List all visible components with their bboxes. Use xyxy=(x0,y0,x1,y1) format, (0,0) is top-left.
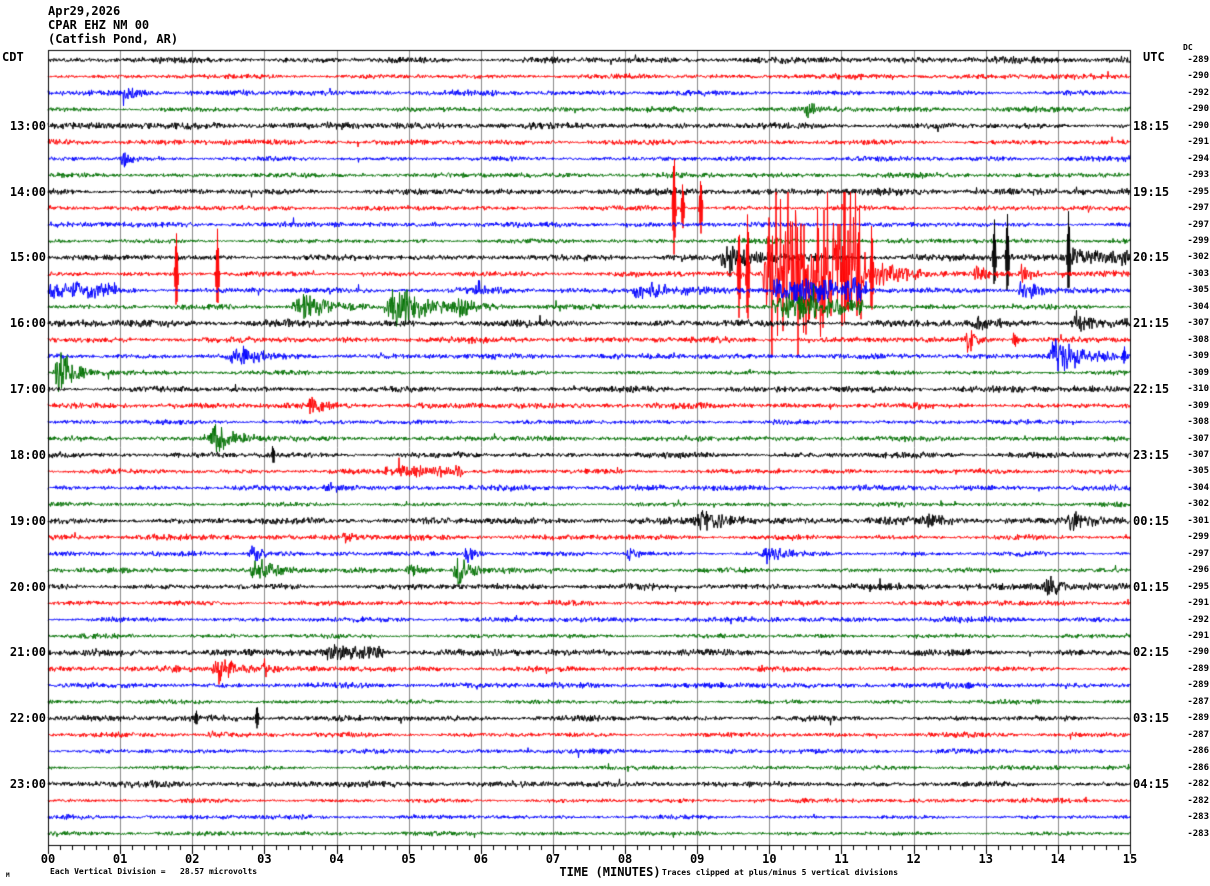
row-dc-offset: -287 xyxy=(1187,729,1209,740)
row-dc-offset: -304 xyxy=(1187,482,1209,493)
row-time-label-cdt: 19:00 xyxy=(9,513,46,528)
row-dc-offset: -290 xyxy=(1187,120,1209,131)
row-dc-offset: -287 xyxy=(1187,696,1209,707)
row-dc-offset: -302 xyxy=(1187,499,1209,510)
row-time-label-cdt: 17:00 xyxy=(9,382,46,397)
x-axis-tick-label: 14 xyxy=(1050,852,1066,866)
x-axis-tick-label: 10 xyxy=(762,852,777,866)
row-dc-offset: -309 xyxy=(1187,351,1209,362)
row-dc-offset: -292 xyxy=(1187,87,1209,98)
row-time-label-cdt: 22:00 xyxy=(9,711,46,726)
row-dc-offset: -308 xyxy=(1187,417,1209,428)
row-dc-offset: -291 xyxy=(1187,137,1209,148)
left-timezone-label: CDT xyxy=(2,50,24,64)
x-axis-tick-label: 01 xyxy=(112,852,128,866)
row-dc-offset: -295 xyxy=(1187,186,1209,197)
row-time-label-cdt: 21:00 xyxy=(9,645,46,660)
right-timezone-label: UTC xyxy=(1143,50,1165,64)
row-dc-offset: -307 xyxy=(1187,433,1209,444)
row-time-label-utc: 21:15 xyxy=(1133,316,1170,331)
dc-offset-header: DC xyxy=(1183,43,1193,52)
row-dc-offset: -297 xyxy=(1187,203,1209,214)
row-time-label-cdt: 23:00 xyxy=(9,777,46,792)
row-dc-offset: -299 xyxy=(1187,236,1209,247)
row-dc-offset: -305 xyxy=(1187,285,1209,296)
row-time-label-utc: 01:15 xyxy=(1133,579,1170,594)
row-dc-offset: -297 xyxy=(1187,548,1209,559)
row-time-label-utc: 19:15 xyxy=(1133,184,1170,199)
row-dc-offset: -296 xyxy=(1187,565,1209,576)
x-axis-tick-label: 00 xyxy=(40,852,56,866)
x-axis-tick-label: 11 xyxy=(834,852,849,866)
x-axis-tick-label: 04 xyxy=(329,852,344,866)
row-dc-offset: -291 xyxy=(1187,598,1209,609)
row-dc-offset: -289 xyxy=(1187,713,1209,724)
header-date: Apr29,2026 xyxy=(48,4,121,18)
row-dc-offset: -293 xyxy=(1187,170,1209,181)
row-time-label-utc: 23:15 xyxy=(1133,447,1170,462)
x-axis-tick-label: 12 xyxy=(906,852,921,866)
row-dc-offset: -307 xyxy=(1187,318,1209,329)
row-dc-offset: -308 xyxy=(1187,334,1209,345)
row-time-label-utc: 04:15 xyxy=(1133,777,1170,792)
x-axis-tick-label: 06 xyxy=(473,852,489,866)
x-axis-tick-label: 02 xyxy=(185,852,200,866)
row-dc-offset: -282 xyxy=(1187,795,1209,806)
row-dc-offset: -305 xyxy=(1187,466,1209,477)
row-dc-offset: -292 xyxy=(1187,614,1209,625)
x-axis-tick-label: 05 xyxy=(401,852,416,866)
row-dc-offset: -299 xyxy=(1187,532,1209,543)
row-dc-offset: -309 xyxy=(1187,367,1209,378)
row-dc-offset: -295 xyxy=(1187,581,1209,592)
row-time-label-utc: 03:15 xyxy=(1133,711,1170,726)
row-dc-offset: -307 xyxy=(1187,449,1209,460)
row-dc-offset: -289 xyxy=(1187,663,1209,674)
scale-note: Each Vertical Division = 28.57 microvolt… xyxy=(50,867,258,876)
row-dc-offset: -301 xyxy=(1187,515,1209,526)
row-time-label-cdt: 13:00 xyxy=(9,118,46,133)
logo-mark: M xyxy=(6,872,10,879)
x-axis-tick-label: 09 xyxy=(689,852,705,866)
row-dc-offset: -303 xyxy=(1187,268,1209,279)
row-time-label-cdt: 18:00 xyxy=(9,447,46,462)
header-location: (Catfish Pond, AR) xyxy=(48,32,179,46)
row-dc-offset: -290 xyxy=(1187,647,1209,658)
header-station: CPAR EHZ NM 00 xyxy=(48,18,150,32)
helicorder-page: Apr29,2026 CPAR EHZ NM 00 (Catfish Pond,… xyxy=(0,0,1210,886)
row-time-label-utc: 22:15 xyxy=(1133,382,1170,397)
row-time-label-cdt: 15:00 xyxy=(9,250,46,265)
row-dc-offset: -294 xyxy=(1187,153,1209,164)
row-dc-offset: -310 xyxy=(1187,384,1209,395)
row-dc-offset: -290 xyxy=(1187,71,1209,82)
row-dc-offset: -297 xyxy=(1187,219,1209,230)
row-dc-offset: -289 xyxy=(1187,680,1209,691)
row-dc-offset: -304 xyxy=(1187,301,1209,312)
x-axis-tick-label: 08 xyxy=(617,852,633,866)
row-time-label-cdt: 20:00 xyxy=(9,579,46,594)
row-dc-offset: -282 xyxy=(1187,779,1209,790)
x-axis-tick-label: 13 xyxy=(978,852,993,866)
clip-note: Traces clipped at plus/minus 5 vertical … xyxy=(662,868,899,877)
row-dc-offset: -283 xyxy=(1187,828,1209,839)
row-dc-offset: -286 xyxy=(1187,762,1209,773)
label-overlay: Apr29,2026 CPAR EHZ NM 00 (Catfish Pond,… xyxy=(0,0,1210,886)
row-time-label-utc: 18:15 xyxy=(1133,118,1170,133)
row-time-label-utc: 20:15 xyxy=(1133,250,1170,265)
row-dc-offset: -291 xyxy=(1187,631,1209,642)
row-time-label-utc: 00:15 xyxy=(1133,513,1170,528)
row-time-label-utc: 02:15 xyxy=(1133,645,1170,660)
row-dc-offset: -286 xyxy=(1187,746,1209,757)
row-dc-offset: -309 xyxy=(1187,400,1209,411)
row-dc-offset: -289 xyxy=(1187,55,1209,65)
row-time-label-cdt: 14:00 xyxy=(9,184,46,199)
row-dc-offset: -283 xyxy=(1187,812,1209,823)
x-axis-tick-label: 15 xyxy=(1122,852,1138,866)
x-axis-tick-label: 03 xyxy=(257,852,272,866)
row-dc-offset: -290 xyxy=(1187,104,1209,115)
x-axis-tick-label: 07 xyxy=(545,852,561,866)
x-axis-title: TIME (MINUTES) xyxy=(559,865,661,879)
row-dc-offset: -302 xyxy=(1187,252,1209,263)
row-time-label-cdt: 16:00 xyxy=(9,316,46,331)
